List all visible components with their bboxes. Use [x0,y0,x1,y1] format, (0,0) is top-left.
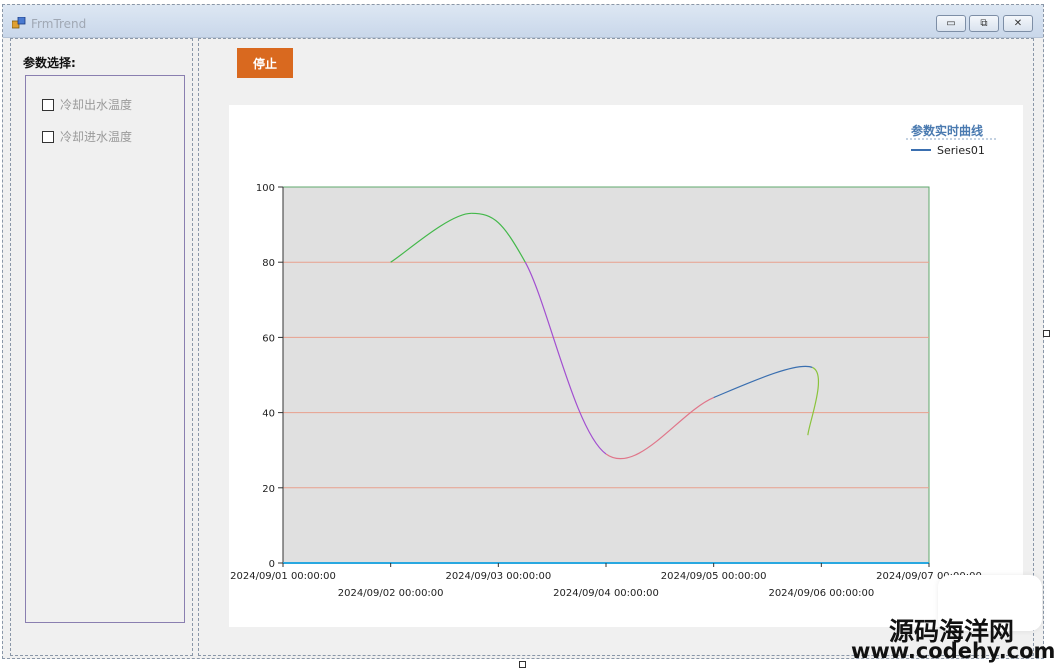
x-tick-label: 2024/09/05 00:00:00 [661,571,767,582]
y-tick-label: 0 [269,559,275,570]
minimize-button[interactable]: ▭ [936,15,966,32]
stop-button[interactable]: 停止 [237,48,293,78]
chart-title: 参数实时曲线 [911,123,983,138]
plot-area [282,186,930,564]
y-tick-label: 40 [262,409,275,420]
trend-panel: 停止 0 20 40 60 80 100 2024/09/01 00:00:00 2024/0… [198,38,1042,656]
y-tick-label: 60 [262,333,275,344]
checkbox[interactable] [42,98,54,111]
param-panel: 参数选择: 冷却出水温度 冷却进水温度 [10,38,193,656]
param-select-label: 参数选择: [23,56,76,70]
y-tick-label: 100 [256,183,275,194]
x-tick-label: 2024/09/04 00:00:00 [553,588,659,599]
checkbox[interactable] [42,130,54,143]
param-checklist: 冷却出水温度 冷却进水温度 [25,75,185,623]
resize-handle-bottom[interactable] [519,661,526,668]
chart-svg: 0204060801002024/09/01 00:00:002024/09/0… [230,123,997,599]
legend-label: Series01 [937,144,985,157]
x-tick-label: 2024/09/06 00:00:00 [768,588,874,599]
param-option-inlet-temp[interactable]: 冷却进水温度 [42,128,132,145]
close-button[interactable]: ✕ [1003,15,1033,32]
y-tick-label: 80 [262,258,275,269]
title-bar[interactable]: FrmTrend ▭ ⧉ ✕ [3,5,1043,38]
x-tick-label: 2024/09/02 00:00:00 [338,588,444,599]
x-tick-label: 2024/09/03 00:00:00 [445,571,551,582]
param-option-outlet-temp[interactable]: 冷却出水温度 [42,96,132,113]
y-tick-label: 20 [262,484,275,495]
resize-handle-right[interactable] [1043,330,1050,337]
maximize-button[interactable]: ⧉ [969,15,999,32]
param-option-label: 冷却出水温度 [60,98,133,112]
window-title: FrmTrend [31,17,87,31]
main-window: FrmTrend ▭ ⧉ ✕ 参数选择: 冷却出水温度 冷却进水温度 停止 02… [2,4,1044,659]
param-option-label: 冷却进水温度 [60,130,133,144]
x-tick-label: 2024/09/01 00:00:00 [230,571,336,582]
app-icon [12,17,26,29]
trend-chart: 0 20 40 60 80 100 2024/09/01 00:00:00 2024/09/0… [229,105,1042,631]
watermark-url: www.codehy.com [851,639,1056,663]
